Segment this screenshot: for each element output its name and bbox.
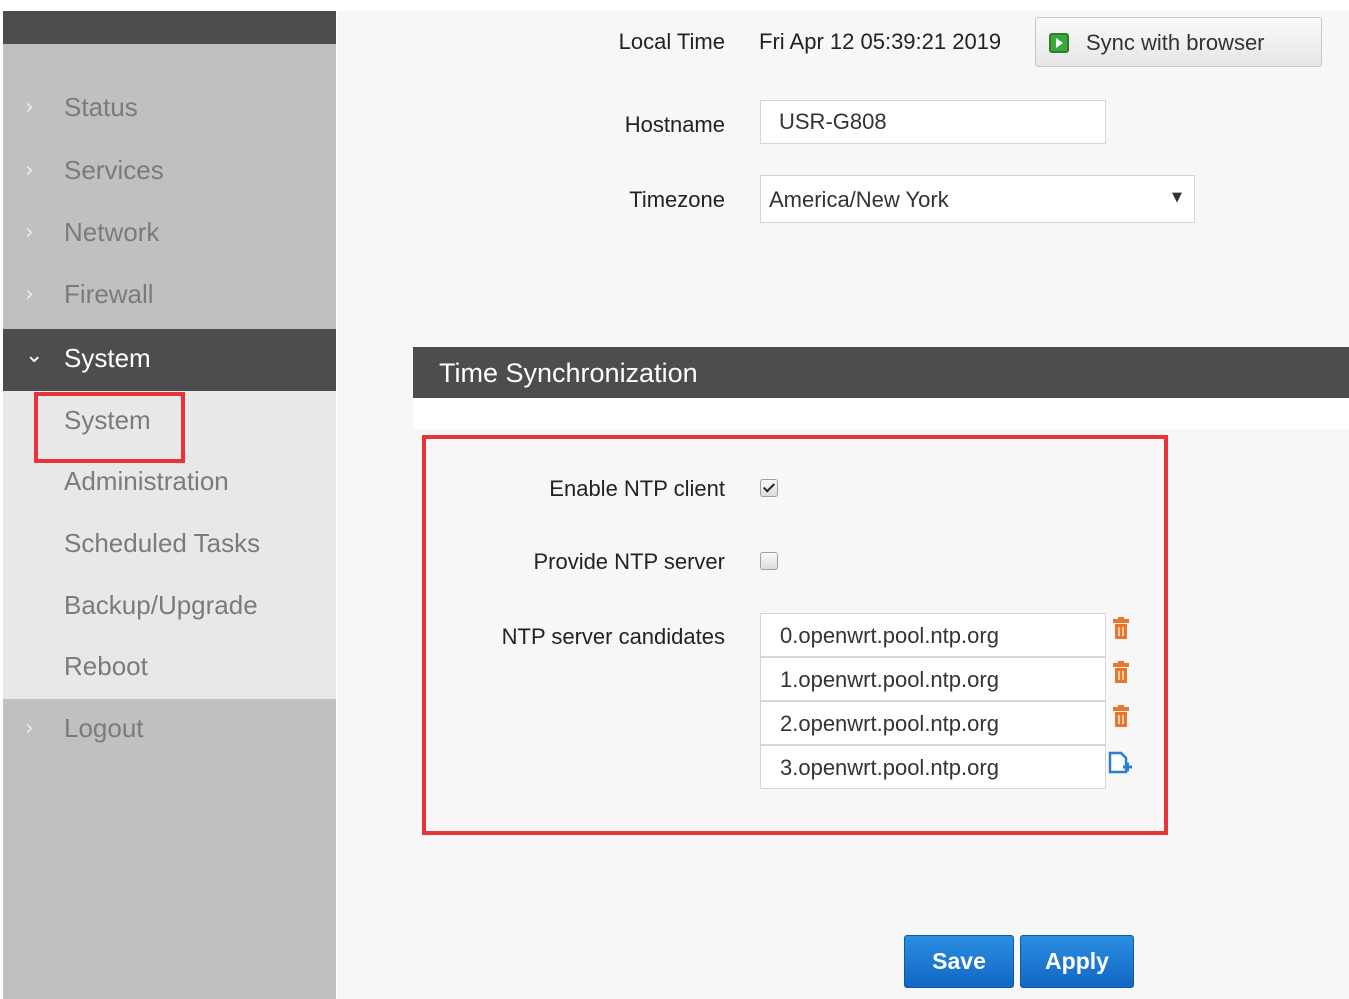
sidebar-item-label: Services xyxy=(64,155,164,185)
ntp-server-value: 3.openwrt.pool.ntp.org xyxy=(780,755,999,780)
chevron-right-icon: › xyxy=(25,282,34,307)
chevron-right-icon: › xyxy=(25,95,34,120)
ntp-candidates-label: NTP server candidates xyxy=(501,624,725,649)
timezone-label: Timezone xyxy=(629,187,725,212)
sync-with-browser-button[interactable]: Sync with browser xyxy=(1035,17,1322,67)
enable-ntp-checkbox[interactable] xyxy=(760,479,778,497)
local-time-label: Local Time xyxy=(618,29,725,54)
trash-icon[interactable] xyxy=(1113,705,1129,729)
ntp-server-value: 2.openwrt.pool.ntp.org xyxy=(780,711,999,736)
play-icon xyxy=(1049,33,1069,53)
sidebar-item-firewall[interactable]: › Firewall xyxy=(3,265,336,327)
sidebar-item-label: Firewall xyxy=(64,279,154,309)
sidebar-item-logout[interactable]: › Logout xyxy=(3,699,336,761)
timezone-value: America/New York xyxy=(769,187,949,212)
chevron-down-icon: ⌄ xyxy=(25,343,44,368)
trash-icon[interactable] xyxy=(1113,661,1129,685)
ntp-server-value: 0.openwrt.pool.ntp.org xyxy=(780,623,999,648)
section-title: Time Synchronization xyxy=(439,358,698,388)
submenu-item-administration[interactable]: Administration xyxy=(64,466,229,497)
apply-button[interactable]: Apply xyxy=(1020,935,1134,988)
sidebar-item-status[interactable]: › Status xyxy=(3,78,336,140)
add-icon[interactable] xyxy=(1107,750,1133,776)
sidebar-item-label: Network xyxy=(64,217,160,247)
provide-ntp-checkbox[interactable] xyxy=(760,552,778,570)
hostname-input[interactable]: USR-G808 xyxy=(760,100,1106,144)
chevron-right-icon: › xyxy=(25,158,34,183)
time-sync-header: Time Synchronization xyxy=(413,347,1349,398)
ntp-server-input-2[interactable]: 2.openwrt.pool.ntp.org xyxy=(760,701,1106,745)
submenu-item-reboot[interactable]: Reboot xyxy=(64,651,148,682)
sidebar-item-system[interactable]: ⌄ System xyxy=(3,329,336,391)
sidebar-item-network[interactable]: › Network xyxy=(3,203,336,265)
sidebar-item-label: Status xyxy=(64,92,138,122)
ntp-server-input-3[interactable]: 3.openwrt.pool.ntp.org xyxy=(760,745,1106,789)
sidebar-item-label: Logout xyxy=(64,713,144,743)
provide-ntp-label: Provide NTP server xyxy=(533,549,725,574)
dropdown-arrow-icon: ▼ xyxy=(1172,190,1182,205)
save-button[interactable]: Save xyxy=(904,935,1014,988)
enable-ntp-label: Enable NTP client xyxy=(549,476,725,501)
ntp-server-input-1[interactable]: 1.openwrt.pool.ntp.org xyxy=(760,657,1106,701)
sidebar-top-bar xyxy=(3,11,336,44)
chevron-right-icon: › xyxy=(25,716,34,741)
time-sync-body-strip xyxy=(413,398,1349,429)
ntp-server-value: 1.openwrt.pool.ntp.org xyxy=(780,667,999,692)
ntp-server-input-0[interactable]: 0.openwrt.pool.ntp.org xyxy=(760,613,1106,657)
trash-icon[interactable] xyxy=(1113,617,1129,641)
local-time-value: Fri Apr 12 05:39:21 2019 xyxy=(759,29,1002,54)
submenu-item-scheduled-tasks[interactable]: Scheduled Tasks xyxy=(64,528,260,559)
chevron-right-icon: › xyxy=(25,220,34,245)
sync-button-label: Sync with browser xyxy=(1086,30,1265,55)
timezone-select[interactable]: America/New York ▼ xyxy=(760,175,1195,223)
sidebar-item-label: System xyxy=(64,343,151,373)
submenu-item-backup-upgrade[interactable]: Backup/Upgrade xyxy=(64,590,258,621)
sidebar-item-services[interactable]: › Services xyxy=(3,141,336,203)
hostname-label: Hostname xyxy=(624,112,725,137)
sidebar: › Status › Services › Network › Firewall… xyxy=(3,11,336,999)
highlight-box-submenu-system xyxy=(34,392,185,463)
